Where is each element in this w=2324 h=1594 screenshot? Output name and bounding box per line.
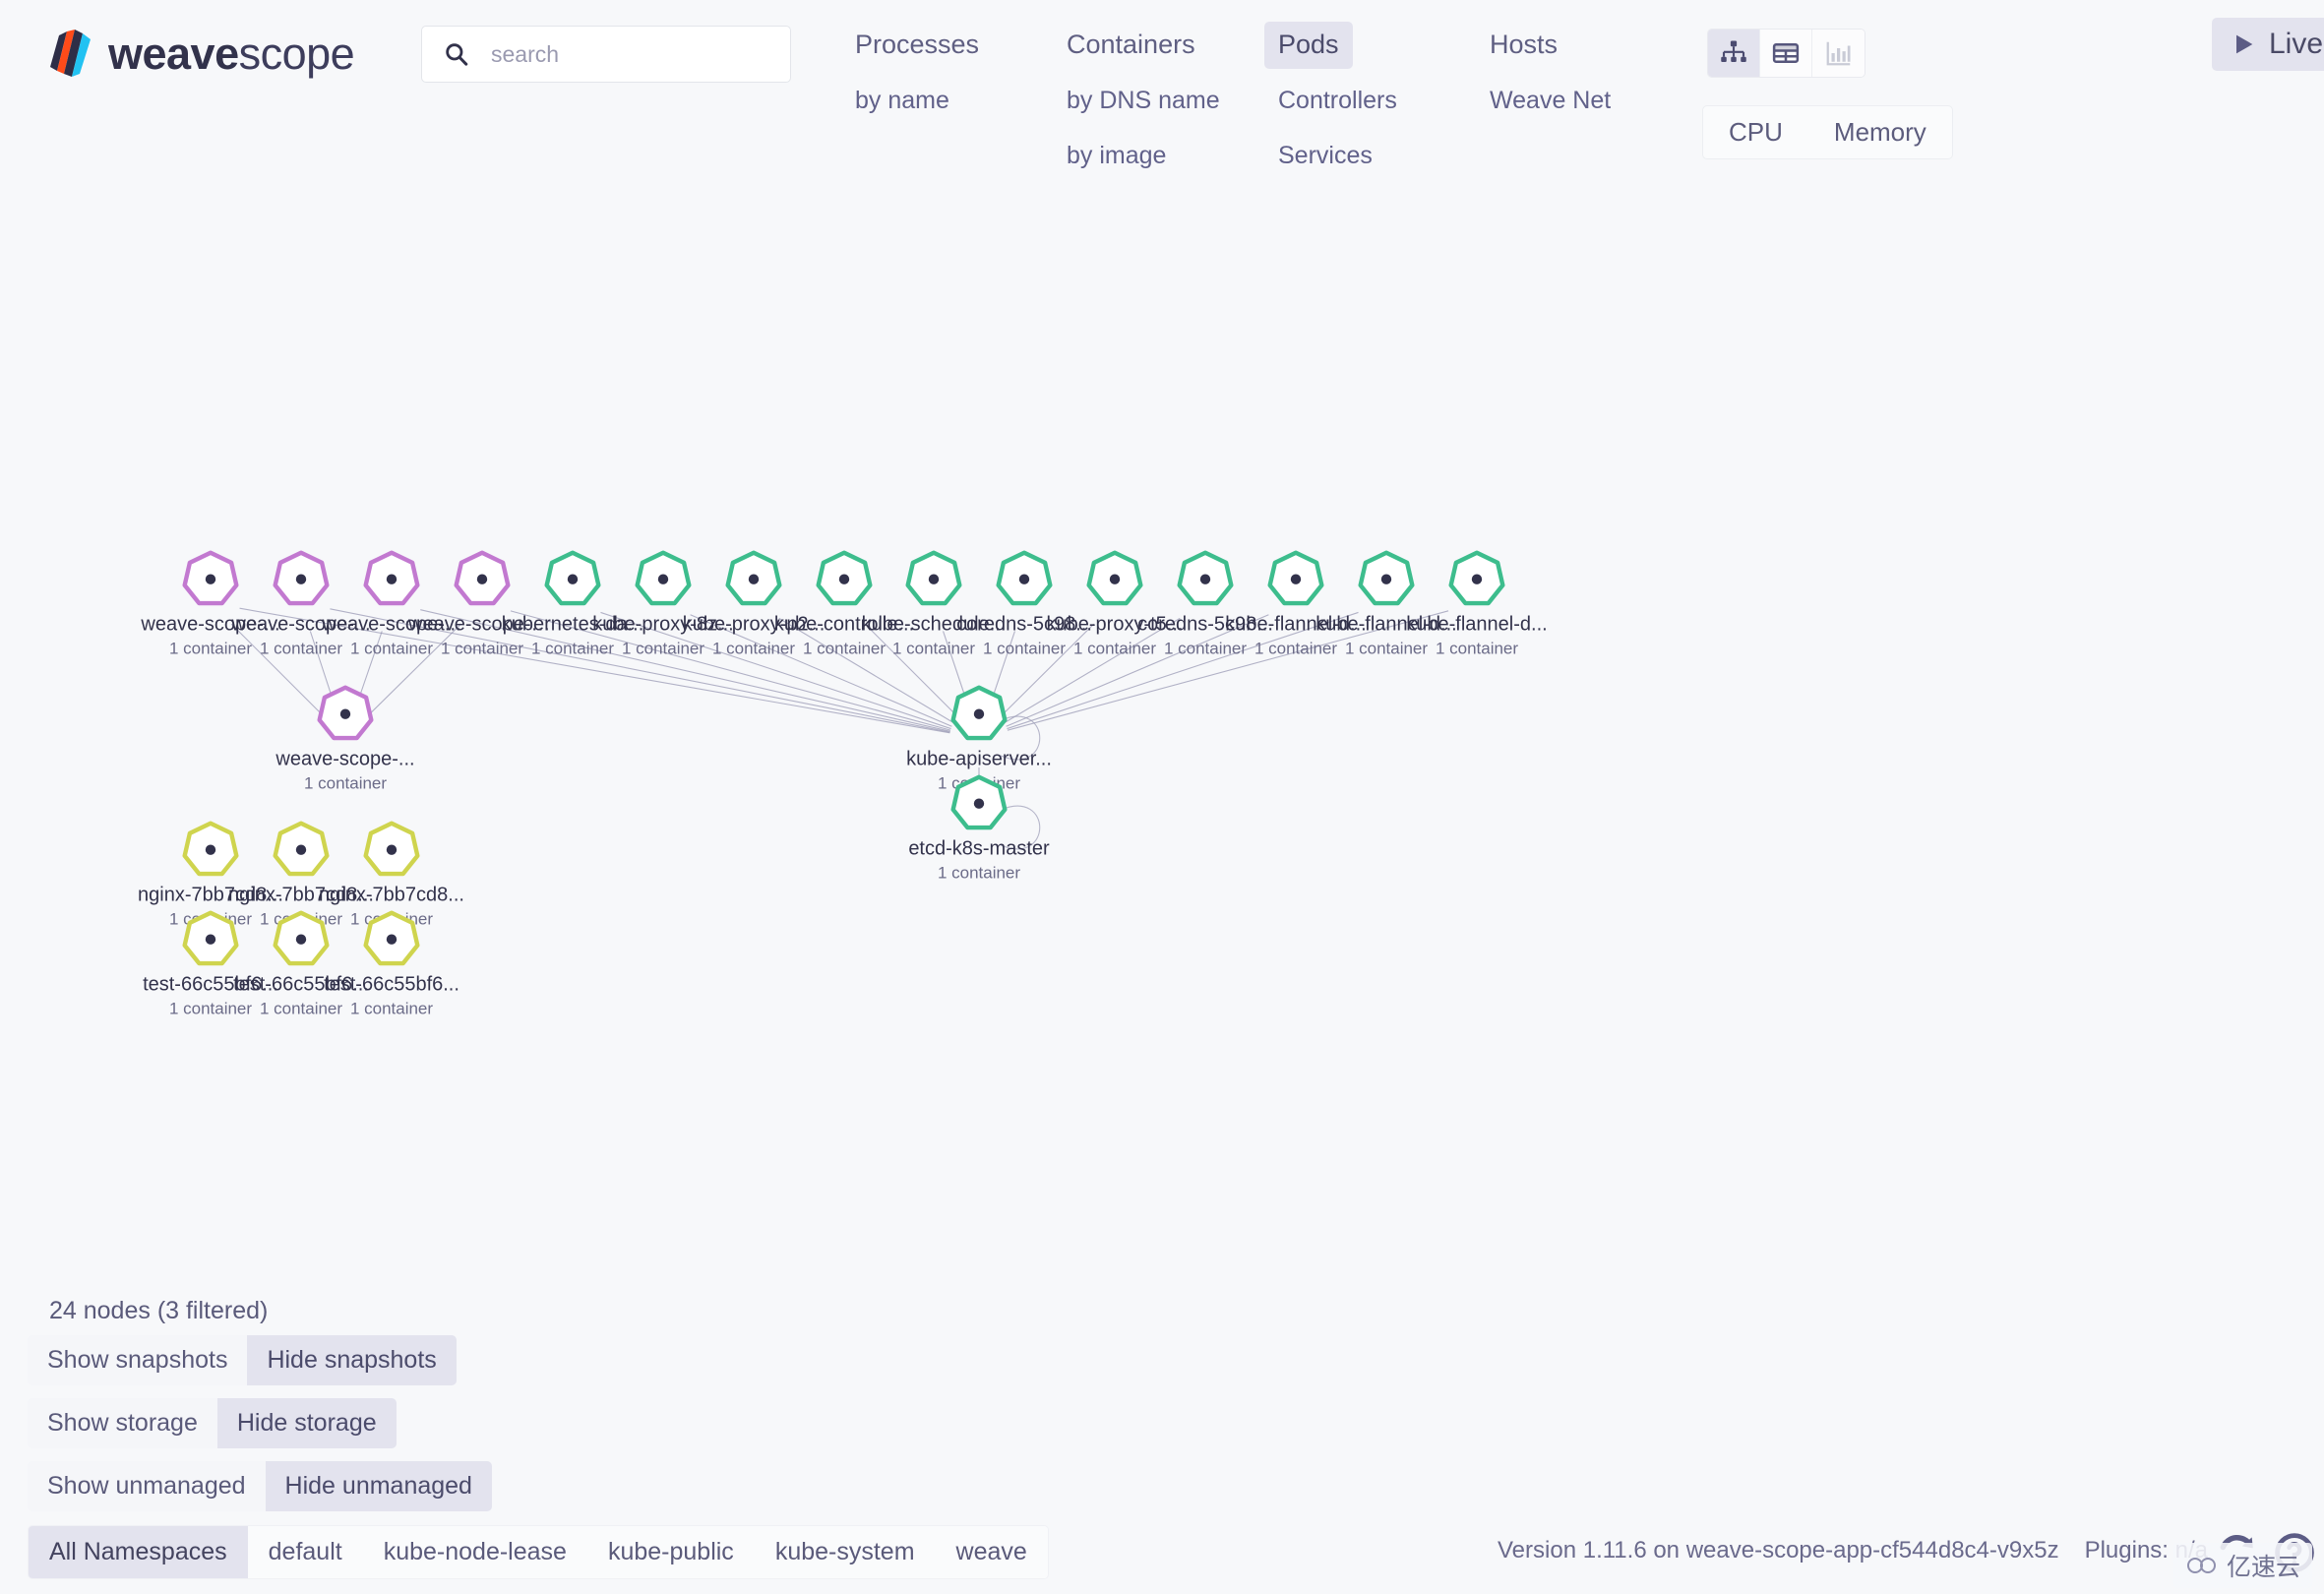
namespace-kube-node-lease[interactable]: kube-node-lease xyxy=(362,1526,587,1578)
cloud-icon xyxy=(2186,1558,2216,1573)
node-label: weave-scope-... xyxy=(275,748,415,770)
node-shape-heptagon xyxy=(318,908,465,971)
node-label: test-66c55bf6... xyxy=(324,973,459,996)
show-unmanaged-button[interactable]: Show unmanaged xyxy=(28,1461,266,1511)
storage-toggle-group: Show storage Hide storage xyxy=(28,1398,397,1448)
watermark: 亿速云 xyxy=(2172,1543,2312,1588)
hide-storage-button[interactable]: Hide storage xyxy=(216,1398,397,1448)
graph-node[interactable]: etcd-k8s-master 1 container xyxy=(905,772,1053,884)
namespace-selector: All Namespaces default kube-node-lease kube… xyxy=(28,1525,1049,1579)
node-sublabel: 1 container xyxy=(1435,639,1519,658)
status-bar: Version 1.11.6 on weave-scope-app-cf544d… xyxy=(1498,1537,2208,1564)
version-label: Version 1.11.6 on weave-scope-app-cf544d… xyxy=(1498,1537,2059,1563)
graph-node[interactable]: kube-flannel-d... 1 container xyxy=(1403,548,1551,659)
graph-node[interactable]: weave-scope-... 1 container xyxy=(272,683,419,794)
node-label: etcd-k8s-master xyxy=(908,837,1050,860)
topology-graph[interactable]: weave-scope-... 1 container weave-scope-..… xyxy=(0,0,2324,1279)
weave-scope-app: weavescope Processesby nameContainersby … xyxy=(0,0,2324,1594)
hide-unmanaged-button[interactable]: Hide unmanaged xyxy=(265,1461,492,1511)
namespace-all-namespaces[interactable]: All Namespaces xyxy=(29,1526,248,1578)
show-snapshots-button[interactable]: Show snapshots xyxy=(28,1335,248,1385)
unmanaged-toggle-group: Show unmanaged Hide unmanaged xyxy=(28,1461,492,1511)
namespace-kube-public[interactable]: kube-public xyxy=(586,1526,755,1578)
node-shape-heptagon xyxy=(905,683,1053,746)
node-sublabel: 1 container xyxy=(349,999,434,1018)
hide-snapshots-button[interactable]: Hide snapshots xyxy=(247,1335,457,1385)
watermark-text: 亿速云 xyxy=(2226,1553,2300,1581)
node-label: kube-apiserver... xyxy=(906,748,1052,770)
node-shape-heptagon xyxy=(1403,548,1551,611)
show-storage-button[interactable]: Show storage xyxy=(28,1398,217,1448)
snapshots-toggle-group: Show snapshots Hide snapshots xyxy=(28,1335,457,1385)
node-shape-heptagon xyxy=(272,683,419,746)
graph-node[interactable]: test-66c55bf6... 1 container xyxy=(318,908,465,1019)
node-sublabel: 1 container xyxy=(303,773,388,793)
node-shape-heptagon xyxy=(905,772,1053,835)
node-shape-heptagon xyxy=(318,819,465,882)
node-count-label: 24 nodes (3 filtered) xyxy=(49,1297,269,1324)
namespace-default[interactable]: default xyxy=(247,1526,363,1578)
node-label: nginx-7bb7cd8... xyxy=(319,884,464,906)
node-label: kube-flannel-d... xyxy=(1406,613,1548,636)
namespace-kube-system[interactable]: kube-system xyxy=(754,1526,936,1578)
namespace-weave[interactable]: weave xyxy=(935,1526,1048,1578)
node-sublabel: 1 container xyxy=(937,863,1021,883)
